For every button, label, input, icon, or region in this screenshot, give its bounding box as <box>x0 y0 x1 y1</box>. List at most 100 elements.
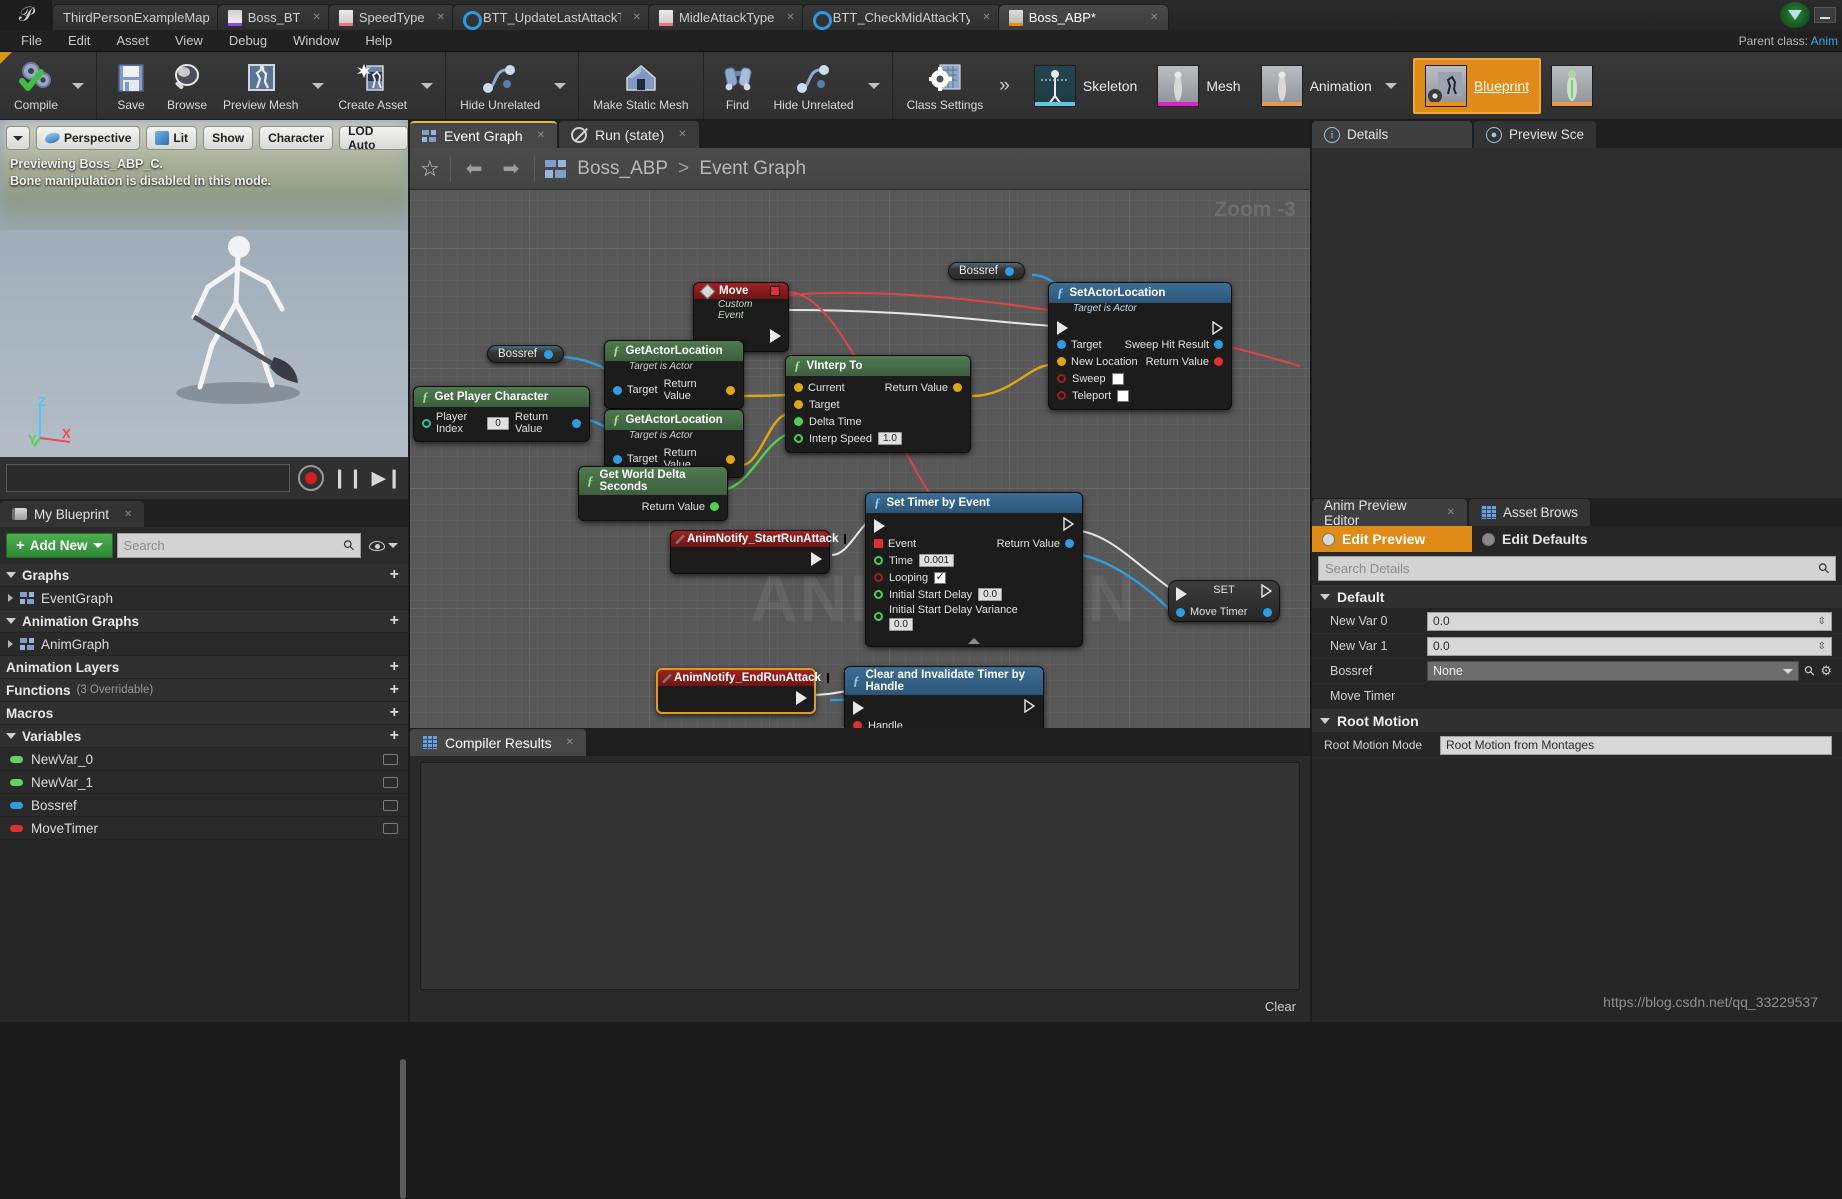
compiler-output-area[interactable] <box>420 762 1300 990</box>
delegate-pin-icon[interactable] <box>770 286 780 296</box>
menu-view[interactable]: View <box>162 30 216 52</box>
node-set-move-timer[interactable]: SET Move Timer <box>1168 580 1280 622</box>
exec-output-pin[interactable] <box>1212 320 1224 335</box>
close-icon[interactable]: ✕ <box>786 12 794 23</box>
hide-unrelated-button-1[interactable]: Hide Unrelated <box>452 52 548 119</box>
back-arrow-icon[interactable]: ⬅ <box>461 156 488 181</box>
input-pin-initial-start-delay[interactable] <box>874 590 883 599</box>
hide-unrelated-button-2[interactable]: Hide Unrelated <box>766 52 862 119</box>
input-pin-initial-start-delay-variance[interactable] <box>874 612 883 621</box>
output-pin-return-value[interactable] <box>953 383 962 392</box>
sweep-checkbox[interactable] <box>1111 372 1124 385</box>
new-var-1-field[interactable]: 0.0 ⇳ <box>1427 636 1832 656</box>
tab-btt-updatelastattacktime[interactable]: BTT_UpdateLastAttackTi ✕ <box>452 4 652 30</box>
my-blueprint-scrollbar[interactable] <box>400 1059 406 1199</box>
expand-arrow-icon[interactable] <box>8 594 13 602</box>
close-icon[interactable]: ✕ <box>633 12 641 23</box>
breadcrumb-root[interactable]: Boss_ABP <box>577 158 667 179</box>
visibility-toggle-icon[interactable] <box>383 776 398 788</box>
mode-blueprint[interactable]: Blueprint <box>1412 57 1542 114</box>
exec-input-pin[interactable] <box>1176 586 1187 601</box>
section-variables[interactable]: Variables + <box>0 725 408 748</box>
list-item-animgraph[interactable]: AnimGraph <box>0 633 408 656</box>
visibility-toggle-icon[interactable] <box>383 753 398 765</box>
add-graph-button[interactable]: + <box>390 567 399 583</box>
output-pin-return-value[interactable] <box>1214 357 1223 366</box>
close-icon[interactable]: ✕ <box>1447 507 1455 518</box>
tab-preview-scene[interactable]: ● Preview Sce <box>1474 121 1597 148</box>
close-icon[interactable]: ✕ <box>566 737 574 748</box>
tab-anim-preview-editor[interactable]: Anim Preview Editor ✕ <box>1312 498 1467 528</box>
list-item-variable[interactable]: NewVar_1 <box>0 771 408 794</box>
input-pin-handle[interactable] <box>853 721 862 728</box>
visibility-toggle-icon[interactable] <box>383 799 398 811</box>
input-pin-target[interactable] <box>613 385 622 395</box>
exec-input-pin[interactable] <box>1057 320 1068 335</box>
group-root-motion[interactable]: Root Motion <box>1312 709 1842 733</box>
exec-output-pin[interactable] <box>1261 583 1273 603</box>
tab-boss-abp[interactable]: Boss_ABP* ✕ <box>997 4 1170 30</box>
node-get-player-character[interactable]: ƒ Get Player Character Player Index 0 Re… <box>413 386 590 442</box>
menu-asset[interactable]: Asset <box>103 30 162 52</box>
output-pin-return-value[interactable] <box>710 502 719 511</box>
breadcrumb-leaf[interactable]: Event Graph <box>699 158 806 179</box>
player-index-value[interactable]: 0 <box>487 416 510 430</box>
edit-defaults-button[interactable]: Edit Defaults <box>1472 526 1632 552</box>
node-animnotify-startrunattack[interactable]: AnimNotify_StartRunAttack <box>670 530 847 574</box>
edit-preview-button[interactable]: Edit Preview <box>1312 526 1472 552</box>
viewport-perspective-button[interactable]: Perspective <box>36 126 141 150</box>
mode-mesh[interactable]: Mesh <box>1147 58 1250 114</box>
initial-start-delay-variance-value[interactable]: 0.0 <box>889 618 913 631</box>
list-item-variable[interactable]: MoveTimer <box>0 817 408 840</box>
interp-speed-value[interactable]: 1.0 <box>878 432 902 445</box>
input-pin-time[interactable] <box>874 556 883 565</box>
new-var-0-field[interactable]: 0.0 ⇳ <box>1427 611 1832 631</box>
minimize-button[interactable] <box>1814 7 1836 23</box>
viewport-lod-button[interactable]: LOD Auto <box>339 124 408 152</box>
close-icon[interactable]: ✕ <box>982 12 990 23</box>
input-pin-sweep[interactable] <box>1057 374 1066 383</box>
input-pin-event[interactable] <box>874 539 883 548</box>
close-icon[interactable]: ✕ <box>537 130 545 141</box>
record-button[interactable] <box>297 465 324 491</box>
exec-output-pin[interactable] <box>796 691 807 705</box>
tab-third-person-example-map[interactable]: ThirdPersonExampleMap <box>52 4 221 30</box>
expand-arrow-icon[interactable] <box>8 640 13 648</box>
exec-output-pin[interactable] <box>1024 698 1036 716</box>
menu-debug[interactable]: Debug <box>216 30 280 52</box>
menu-edit[interactable]: Edit <box>55 30 103 52</box>
node-set-timer-by-event[interactable]: ƒ Set Timer by Event Event Return Value … <box>865 492 1083 647</box>
delegate-pin-icon[interactable] <box>844 534 847 544</box>
close-icon[interactable]: ✕ <box>1150 12 1158 23</box>
output-pin-return-value[interactable] <box>726 385 735 395</box>
input-pin-interp-speed[interactable] <box>794 434 803 443</box>
toolbar-overflow-icon[interactable]: » <box>991 75 1018 97</box>
root-motion-mode-field[interactable]: Root Motion from Montages <box>1440 735 1832 755</box>
chevron-down-icon[interactable] <box>867 82 880 89</box>
input-pin-target[interactable] <box>1057 340 1066 349</box>
input-pin-delta-time[interactable] <box>794 417 803 426</box>
output-pin-bossref[interactable] <box>1005 266 1014 276</box>
mode-skeleton[interactable]: Skeleton <box>1024 58 1147 114</box>
mode-extra-thumbnail[interactable] <box>1541 58 1603 114</box>
tab-btt-checkmidattacktype[interactable]: BTT_CheckMidAttackTyp ✕ <box>801 4 1002 30</box>
output-pin-return-value[interactable] <box>572 418 581 428</box>
exec-input-pin[interactable] <box>853 700 864 715</box>
timeline-scrubber[interactable] <box>6 464 290 492</box>
input-pin-looping[interactable] <box>874 573 883 582</box>
tab-midleattacktype[interactable]: MidleAttackType ✕ <box>648 4 806 30</box>
add-function-button[interactable]: + <box>390 682 399 698</box>
chevron-down-icon[interactable] <box>312 82 325 89</box>
close-icon[interactable]: ✕ <box>678 129 686 140</box>
tab-asset-browser[interactable]: Asset Brows <box>1469 499 1591 526</box>
chevron-down-icon[interactable] <box>554 82 567 89</box>
chevron-down-icon[interactable] <box>72 82 85 89</box>
viewport-lit-button[interactable]: Lit <box>146 126 198 150</box>
tab-my-blueprint[interactable]: My Blueprint ✕ <box>0 501 145 527</box>
section-animation-layers[interactable]: Animation Layers + <box>0 656 408 679</box>
group-default[interactable]: Default <box>1312 585 1842 609</box>
viewport-show-button[interactable]: Show <box>203 126 254 150</box>
delegate-pin-icon[interactable] <box>826 673 829 683</box>
chevron-down-icon[interactable] <box>421 82 434 89</box>
collapse-node-icon[interactable] <box>968 638 980 644</box>
